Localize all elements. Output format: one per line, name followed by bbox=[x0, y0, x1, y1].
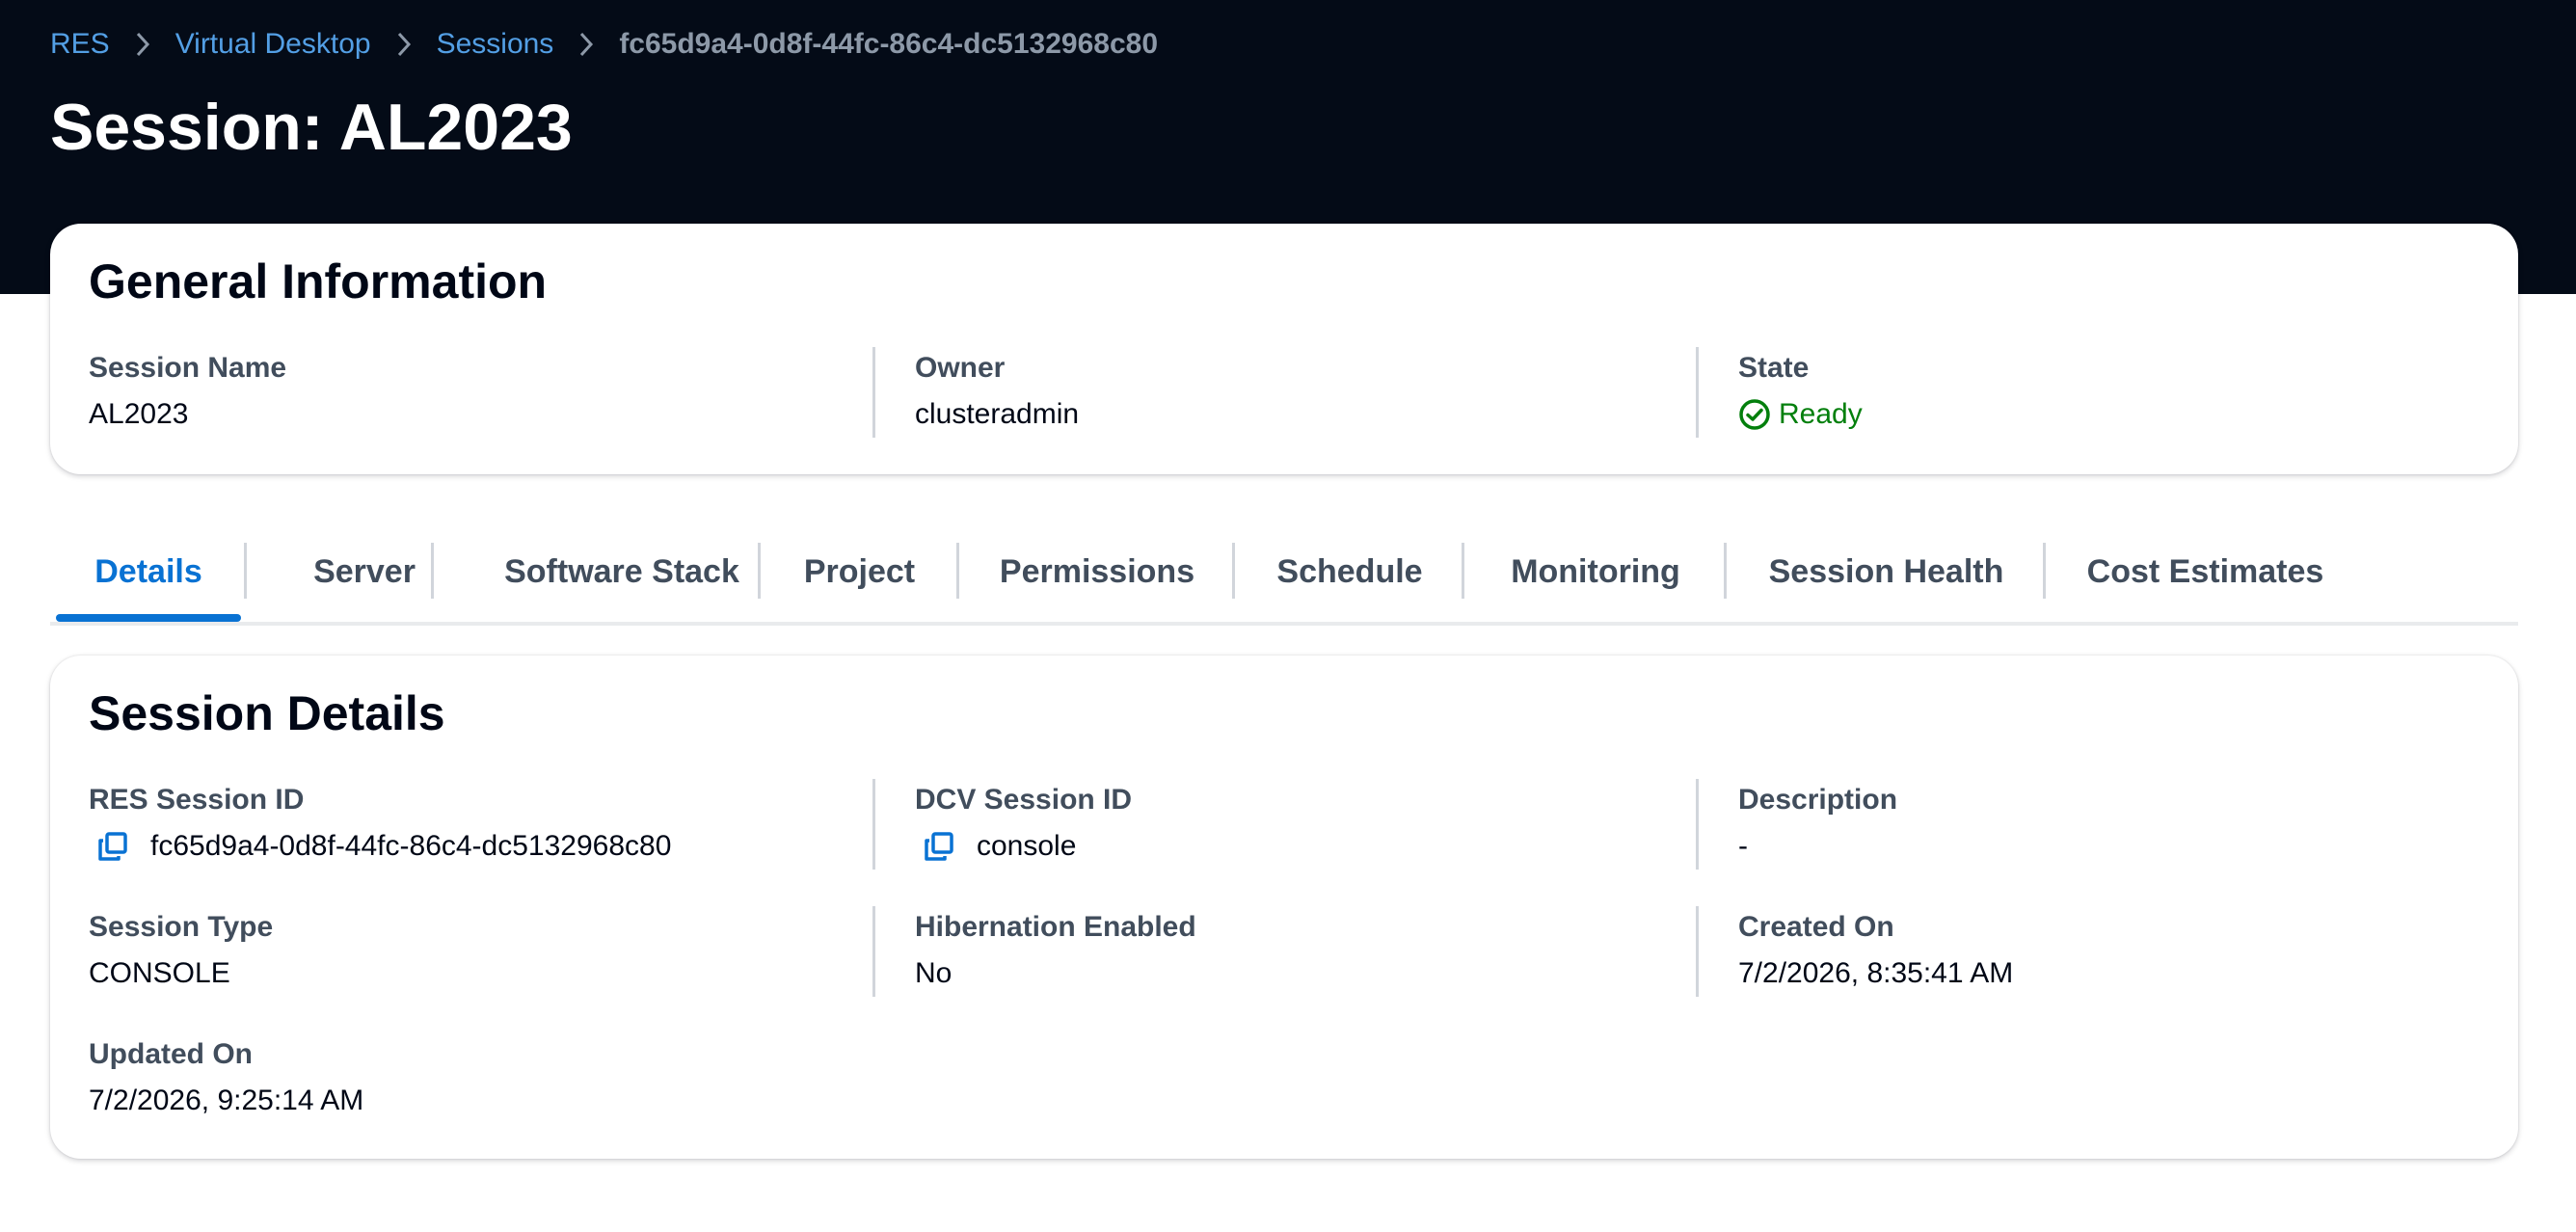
created-on-field: Created On 7/2/2026, 8:35:41 AM bbox=[1738, 908, 2509, 993]
session-name-value: AL2023 bbox=[89, 398, 189, 430]
column-divider bbox=[1696, 347, 1699, 438]
breadcrumb-sessions[interactable]: Sessions bbox=[437, 28, 554, 61]
check-circle-icon bbox=[1738, 398, 1771, 431]
copy-icon[interactable] bbox=[923, 830, 955, 863]
tab-software-stack[interactable]: Software Stack bbox=[434, 525, 810, 618]
dcv-session-id-row: console bbox=[915, 827, 1686, 866]
breadcrumb-current: fc65d9a4-0d8f-44fc-86c4-dc5132968c80 bbox=[619, 28, 1159, 60]
tab-software-stack-label: Software Stack bbox=[504, 552, 739, 590]
tab-details[interactable]: Details bbox=[56, 525, 241, 622]
hibernation-label: Hibernation Enabled bbox=[915, 911, 1196, 943]
session-name-label: Session Name bbox=[89, 352, 287, 384]
state-field: State Ready bbox=[1738, 349, 2509, 434]
tab-permissions[interactable]: Permissions bbox=[959, 525, 1235, 618]
tab-session-health[interactable]: Session Health bbox=[1727, 525, 2046, 618]
dcv-session-id-field: DCV Session ID console bbox=[915, 781, 1686, 866]
chevron-right-icon bbox=[127, 31, 158, 58]
description-value: - bbox=[1738, 830, 1748, 862]
tab-project-label: Project bbox=[803, 552, 916, 590]
tab-cost-estimates-label: Cost Estimates bbox=[2086, 552, 2324, 590]
tab-monitoring-label: Monitoring bbox=[1511, 552, 1680, 590]
copy-icon[interactable] bbox=[96, 830, 129, 863]
session-type-value: CONSOLE bbox=[89, 957, 230, 989]
hibernation-value: No bbox=[915, 957, 953, 989]
session-details-title: Session Details bbox=[89, 686, 445, 740]
tab-session-health-label: Session Health bbox=[1768, 552, 2004, 590]
owner-value: clusteradmin bbox=[915, 398, 1080, 430]
chevron-right-icon bbox=[389, 31, 419, 58]
column-divider bbox=[1696, 906, 1699, 997]
tab-schedule-label: Schedule bbox=[1276, 552, 1423, 590]
created-on-label: Created On bbox=[1738, 911, 1894, 943]
created-on-value: 7/2/2026, 8:35:41 AM bbox=[1738, 957, 2014, 989]
hibernation-field: Hibernation Enabled No bbox=[915, 908, 1686, 993]
column-divider bbox=[1696, 779, 1699, 870]
chevron-right-icon bbox=[571, 31, 602, 58]
active-tab-indicator bbox=[56, 614, 241, 622]
column-divider bbox=[872, 906, 875, 997]
state-value: Ready bbox=[1779, 398, 1863, 430]
breadcrumb: RES Virtual Desktop Sessions fc65d9a4-0d… bbox=[50, 25, 1158, 64]
tab-monitoring[interactable]: Monitoring bbox=[1464, 525, 1727, 618]
dcv-session-id-label: DCV Session ID bbox=[915, 784, 1133, 816]
res-session-id-field: RES Session ID fc65d9a4-0d8f-44fc-86c4-d… bbox=[89, 781, 860, 866]
updated-on-value: 7/2/2026, 9:25:14 AM bbox=[89, 1085, 364, 1116]
tab-permissions-label: Permissions bbox=[999, 552, 1195, 590]
breadcrumb-res[interactable]: RES bbox=[50, 28, 110, 61]
res-session-id-label: RES Session ID bbox=[89, 784, 305, 816]
session-tabs: Details Server Software Stack Project Pe… bbox=[50, 525, 2518, 626]
owner-label: Owner bbox=[915, 352, 1006, 384]
description-label: Description bbox=[1738, 784, 1898, 816]
state-status: Ready bbox=[1738, 395, 2509, 434]
description-field: Description - bbox=[1738, 781, 2509, 866]
session-details-card: Session Details RES Session ID fc65d9a4-… bbox=[50, 656, 2518, 1159]
session-type-label: Session Type bbox=[89, 911, 274, 943]
updated-on-label: Updated On bbox=[89, 1038, 253, 1070]
dcv-session-id-value: console bbox=[977, 830, 1077, 862]
session-type-field: Session Type CONSOLE bbox=[89, 908, 860, 993]
updated-on-field: Updated On 7/2/2026, 9:25:14 AM bbox=[89, 1035, 860, 1120]
tab-project[interactable]: Project bbox=[761, 525, 958, 618]
breadcrumb-virtual-desktop[interactable]: Virtual Desktop bbox=[175, 28, 371, 61]
column-divider bbox=[872, 347, 875, 438]
state-label: State bbox=[1738, 352, 1810, 384]
column-divider bbox=[872, 779, 875, 870]
tab-schedule[interactable]: Schedule bbox=[1235, 525, 1464, 618]
page-title: Session: AL2023 bbox=[50, 91, 573, 164]
session-name-field: Session Name AL2023 bbox=[89, 349, 860, 434]
general-information-card: General Information Session Name AL2023 … bbox=[50, 224, 2518, 474]
tab-cost-estimates[interactable]: Cost Estimates bbox=[2046, 525, 2365, 618]
res-session-id-value: fc65d9a4-0d8f-44fc-86c4-dc5132968c80 bbox=[150, 830, 672, 862]
res-session-id-row: fc65d9a4-0d8f-44fc-86c4-dc5132968c80 bbox=[89, 827, 860, 866]
owner-field: Owner clusteradmin bbox=[915, 349, 1686, 434]
tab-server-label: Server bbox=[313, 552, 416, 590]
general-information-title: General Information bbox=[89, 254, 548, 308]
tab-details-label: Details bbox=[94, 552, 202, 590]
